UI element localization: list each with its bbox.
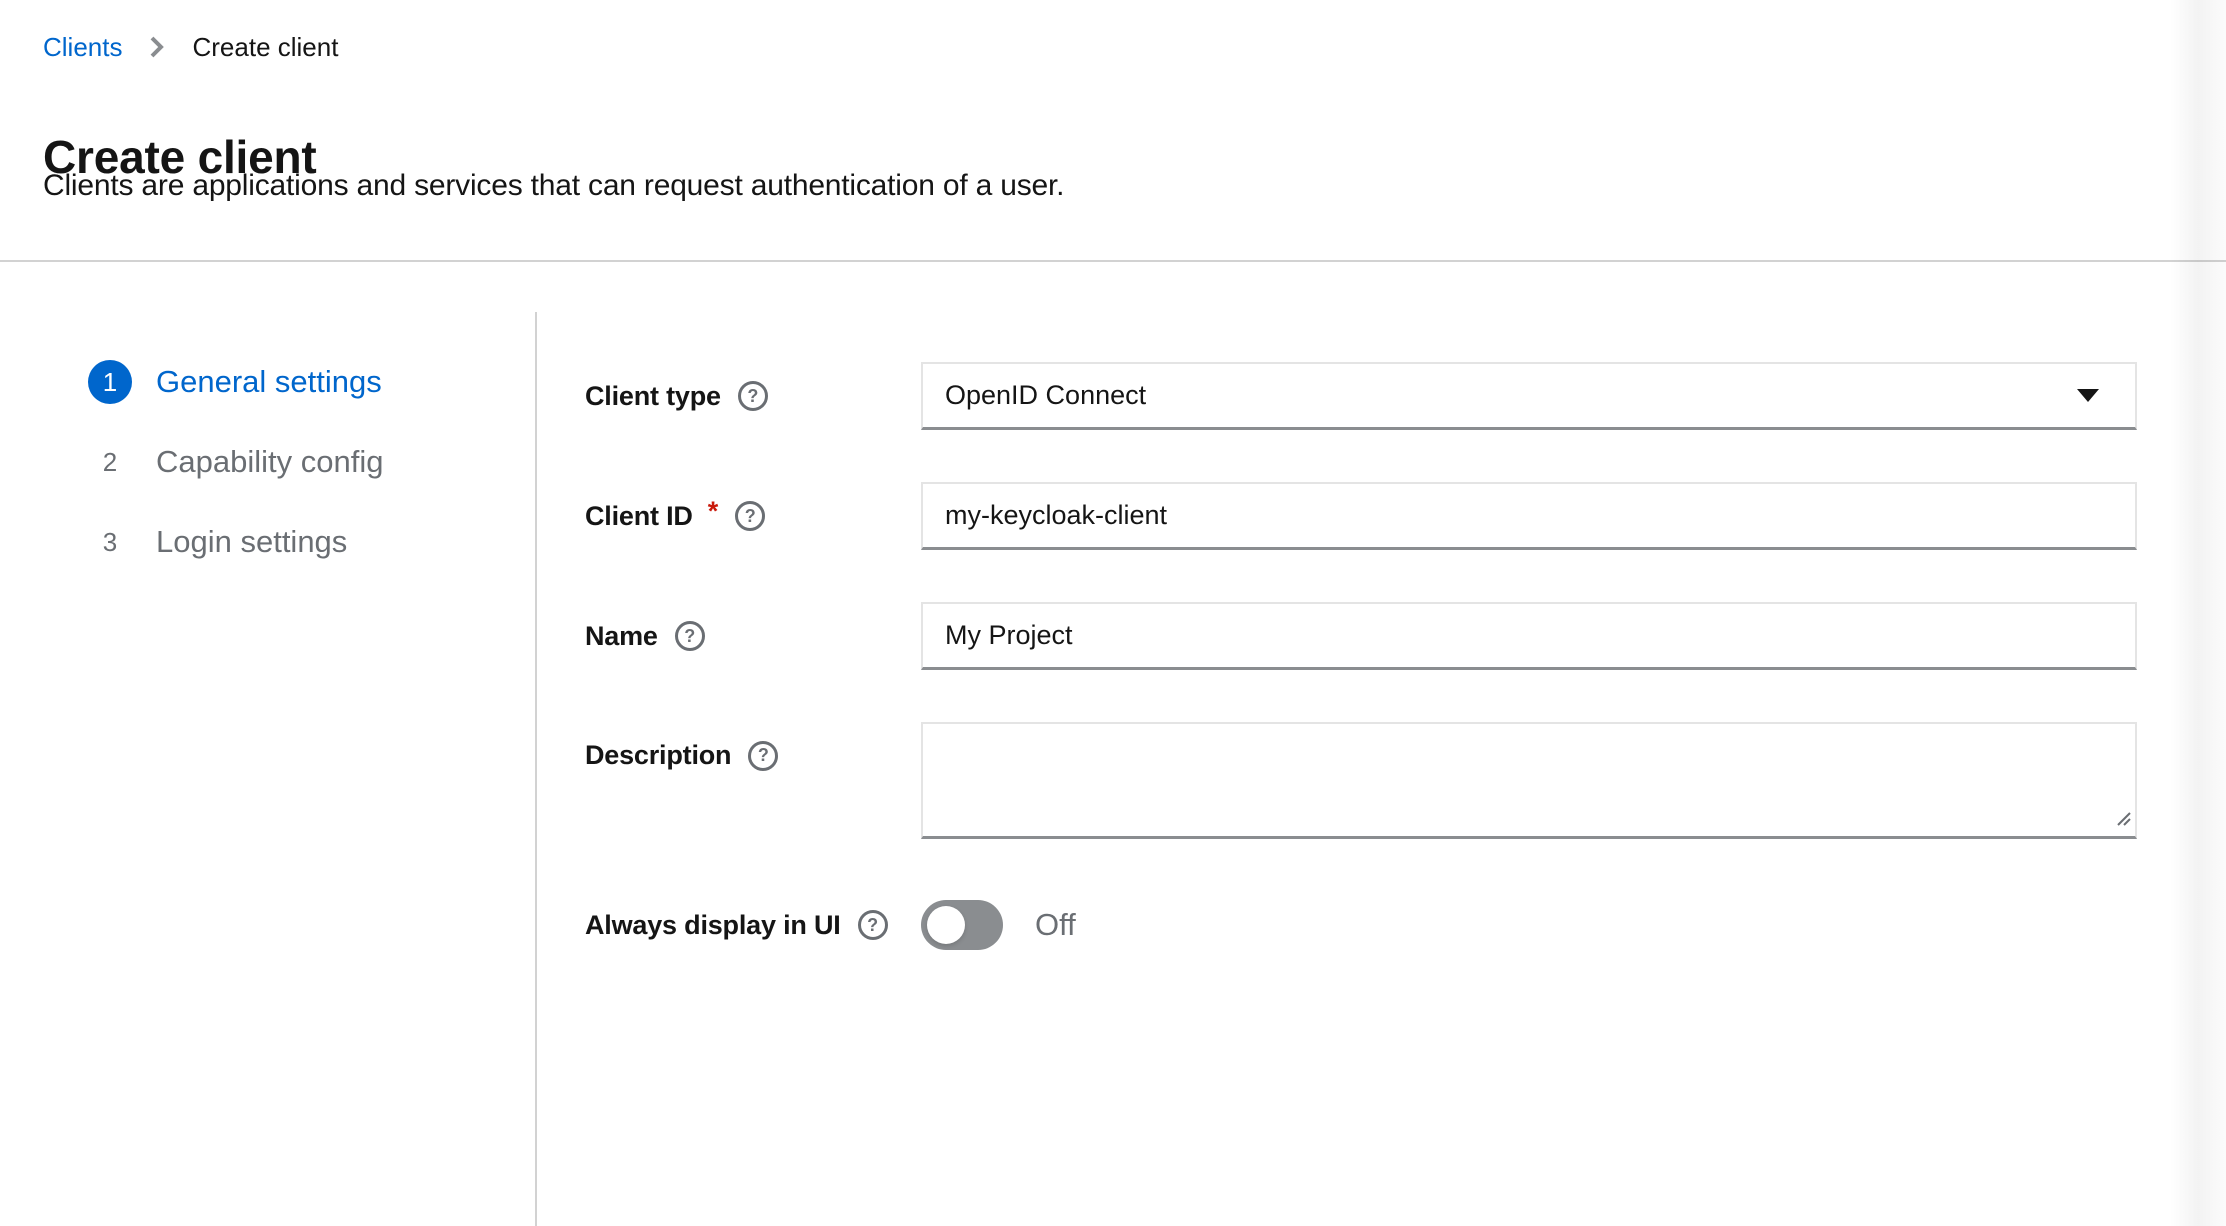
step-label: Capability config xyxy=(156,444,383,480)
page-subtitle: Clients are applications and services th… xyxy=(43,169,1064,203)
breadcrumb-link-clients[interactable]: Clients xyxy=(43,30,122,64)
client-id-input[interactable] xyxy=(921,482,2137,550)
client-id-label-group: Client ID * ? xyxy=(585,501,921,532)
step-label: General settings xyxy=(156,364,382,400)
step-number-badge: 3 xyxy=(88,520,132,564)
required-asterisk: * xyxy=(708,496,719,527)
step-number-badge: 1 xyxy=(88,360,132,404)
help-icon[interactable]: ? xyxy=(735,501,765,531)
client-type-selected-value: OpenID Connect xyxy=(945,380,1146,411)
form-row-client-type: Client type ? OpenID Connect xyxy=(585,362,2137,430)
name-input[interactable] xyxy=(921,602,2137,670)
always-display-toggle[interactable] xyxy=(921,900,1003,950)
description-label: Description xyxy=(585,740,731,771)
name-label-group: Name ? xyxy=(585,621,921,652)
step-label: Login settings xyxy=(156,524,347,560)
help-icon[interactable]: ? xyxy=(738,381,768,411)
page-edge-shadow xyxy=(2170,0,2226,1226)
always-display-switch-group: Off xyxy=(921,891,2137,959)
wizard-step-login-settings[interactable]: 3 Login settings xyxy=(0,520,535,564)
description-textarea[interactable] xyxy=(921,722,2137,839)
name-control xyxy=(921,602,2137,670)
always-display-label: Always display in UI xyxy=(585,910,841,941)
client-id-control xyxy=(921,482,2137,550)
description-label-group: Description ? xyxy=(585,722,921,771)
description-control xyxy=(921,722,2137,839)
help-icon[interactable]: ? xyxy=(675,621,705,651)
wizard-nav: 1 General settings 2 Capability config 3… xyxy=(0,312,537,1226)
toggle-state-label: Off xyxy=(1035,907,1076,943)
header-divider xyxy=(0,260,2226,262)
create-client-form: Client type ? OpenID Connect Client ID *… xyxy=(585,362,2137,1011)
form-row-always-display: Always display in UI ? Off xyxy=(585,891,2137,959)
step-number-badge: 2 xyxy=(88,440,132,484)
help-icon[interactable]: ? xyxy=(858,910,888,940)
caret-down-icon xyxy=(2077,389,2099,402)
always-display-label-group: Always display in UI ? xyxy=(585,910,921,941)
help-icon[interactable]: ? xyxy=(748,741,778,771)
client-type-control: OpenID Connect xyxy=(921,362,2137,430)
toggle-knob xyxy=(927,906,965,944)
breadcrumb-current: Create client xyxy=(192,30,338,64)
breadcrumb: Clients Create client xyxy=(43,30,338,64)
wizard-step-general-settings[interactable]: 1 General settings xyxy=(0,360,535,404)
always-display-control: Off xyxy=(921,891,2137,959)
wizard-step-capability-config[interactable]: 2 Capability config xyxy=(0,440,535,484)
client-type-label: Client type xyxy=(585,381,721,412)
client-type-label-group: Client type ? xyxy=(585,381,921,412)
form-row-description: Description ? xyxy=(585,722,2137,839)
client-type-select[interactable]: OpenID Connect xyxy=(921,362,2137,430)
name-label: Name xyxy=(585,621,658,652)
chevron-right-icon xyxy=(148,34,166,60)
client-id-label: Client ID xyxy=(585,501,693,532)
form-row-client-id: Client ID * ? xyxy=(585,482,2137,550)
form-row-name: Name ? xyxy=(585,602,2137,670)
